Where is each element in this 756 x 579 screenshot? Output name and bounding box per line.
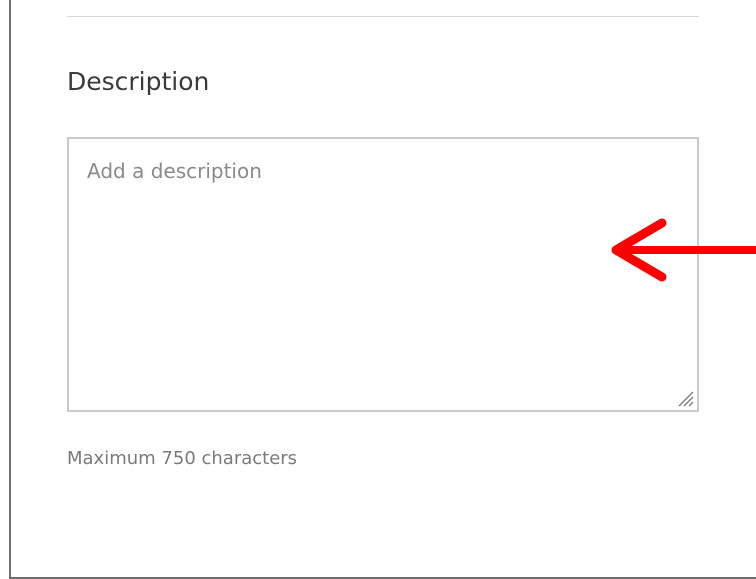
red-arrow-annotation-icon [611,218,756,282]
section-divider [67,16,699,17]
character-limit-hint: Maximum 750 characters [67,448,298,469]
description-heading: Description [67,67,210,96]
resize-grip-icon[interactable] [676,389,694,407]
panel-left-border [9,0,11,579]
